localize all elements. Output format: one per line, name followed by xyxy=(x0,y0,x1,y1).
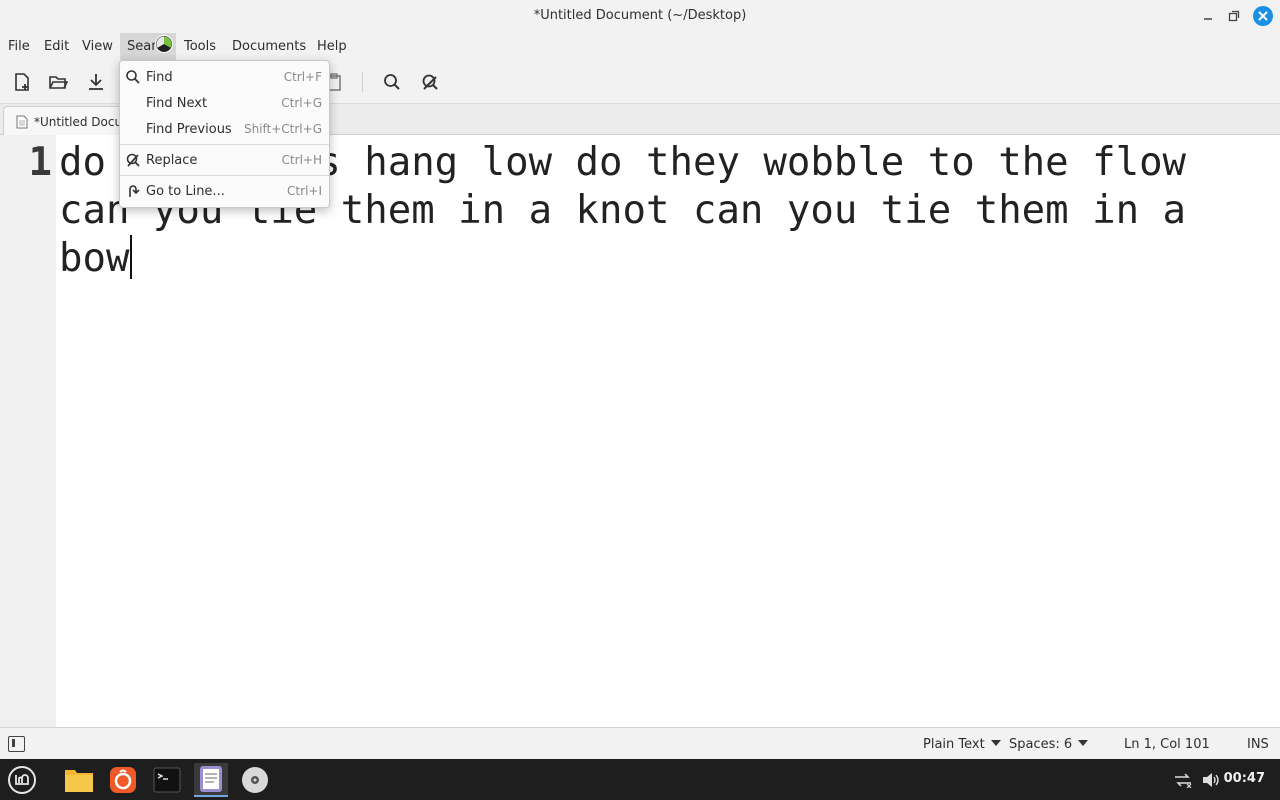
menu-item-find-previous[interactable]: Find Previous Shift+Ctrl+G xyxy=(120,117,329,143)
menu-item-find-next[interactable]: Find Next Ctrl+G xyxy=(120,91,329,117)
minimize-icon xyxy=(1204,18,1212,20)
firefox-launcher[interactable] xyxy=(106,763,140,797)
language-label: Plain Text xyxy=(923,737,985,752)
cursor-position: Ln 1, Col 101 xyxy=(1124,737,1210,752)
menu-bar: File Edit View Sear Tools Documents Help xyxy=(0,33,1280,60)
save-button[interactable] xyxy=(84,70,108,94)
menu-edit[interactable]: Edit xyxy=(44,33,69,60)
line-number-gutter: 1 xyxy=(0,135,56,727)
chevron-down-icon xyxy=(990,740,1001,746)
close-icon xyxy=(1258,11,1268,21)
insert-mode: INS xyxy=(1247,737,1269,752)
toolbar-separator xyxy=(362,72,363,92)
terminal-launcher[interactable] xyxy=(150,763,184,797)
menu-documents[interactable]: Documents xyxy=(232,33,306,60)
menu-separator xyxy=(120,144,329,145)
text-editor-icon xyxy=(200,766,222,792)
terminal-icon xyxy=(153,767,181,793)
go-to-line-shortcut: Ctrl+I xyxy=(287,184,322,198)
search-icon xyxy=(384,74,400,90)
find-previous-shortcut: Shift+Ctrl+G xyxy=(243,122,322,136)
find-button[interactable] xyxy=(380,70,404,94)
document-icon xyxy=(16,115,28,129)
firefox-icon xyxy=(110,767,136,793)
menu-file[interactable]: File xyxy=(8,33,30,60)
text-editor[interactable]: 1 do your ears hang low do they wobble t… xyxy=(0,135,1280,727)
search-icon xyxy=(126,70,140,84)
text-editor-launcher[interactable] xyxy=(194,763,228,797)
side-panel-toggle-icon[interactable] xyxy=(8,736,25,752)
new-document-icon xyxy=(15,73,29,91)
minimize-button[interactable] xyxy=(1199,7,1217,25)
menu-tools[interactable]: Tools xyxy=(184,33,216,60)
open-folder-icon xyxy=(49,76,68,89)
language-selector[interactable]: Plain Text xyxy=(923,737,1001,752)
disc-launcher[interactable] xyxy=(238,763,272,797)
text-cursor xyxy=(130,235,133,279)
find-next-label: Find Next xyxy=(146,96,208,111)
start-menu-button[interactable] xyxy=(5,763,39,797)
replace-button[interactable] xyxy=(418,70,442,94)
maximize-button[interactable] xyxy=(1225,7,1243,25)
save-download-icon xyxy=(89,74,103,90)
find-next-shortcut: Ctrl+G xyxy=(281,96,322,110)
taskbar: 00:47 xyxy=(0,759,1280,800)
files-launcher[interactable] xyxy=(62,763,96,797)
search-menu-dropdown: Find Ctrl+F Find Next Ctrl+G Find Previo… xyxy=(119,60,330,208)
tab-label: *Untitled Docu xyxy=(34,115,123,129)
status-bar: Plain Text Spaces: 6 Ln 1, Col 101 INS xyxy=(0,727,1280,759)
menu-view[interactable]: View xyxy=(82,33,113,60)
menu-separator xyxy=(120,175,329,176)
restore-icon xyxy=(1228,10,1240,22)
chevron-down-icon xyxy=(1078,740,1089,746)
files-icon xyxy=(65,770,93,792)
open-button[interactable] xyxy=(46,70,70,94)
network-icon[interactable] xyxy=(1173,772,1193,788)
mint-menu-icon xyxy=(8,766,36,794)
menu-item-go-to-line[interactable]: Go to Line... Ctrl+I xyxy=(120,179,329,205)
title-bar: *Untitled Document (~/Desktop) xyxy=(0,0,1280,33)
window-title: *Untitled Document (~/Desktop) xyxy=(533,8,747,23)
volume-icon[interactable] xyxy=(1201,771,1221,789)
go-to-line-icon xyxy=(129,185,140,197)
menu-item-replace[interactable]: Replace Ctrl+H xyxy=(120,148,329,174)
replace-icon xyxy=(126,153,140,167)
busy-cursor-icon xyxy=(155,35,173,53)
menu-help[interactable]: Help xyxy=(317,33,347,60)
close-button[interactable] xyxy=(1253,6,1273,26)
go-to-line-label: Go to Line... xyxy=(146,184,225,199)
replace-shortcut: Ctrl+H xyxy=(281,153,322,167)
spaces-label: Spaces: 6 xyxy=(1009,737,1073,752)
replace-icon xyxy=(422,74,438,90)
new-document-button[interactable] xyxy=(10,70,34,94)
tab-width-selector[interactable]: Spaces: 6 xyxy=(1009,737,1089,752)
find-previous-label: Find Previous xyxy=(146,122,232,137)
clock[interactable]: 00:47 xyxy=(1224,771,1265,786)
app-window: *Untitled Document (~/Desktop) File Edit… xyxy=(0,0,1280,800)
disc-icon xyxy=(242,767,268,793)
replace-label: Replace xyxy=(146,153,198,168)
line-number: 1 xyxy=(28,140,52,185)
find-shortcut: Ctrl+F xyxy=(283,70,322,84)
menu-item-find[interactable]: Find Ctrl+F xyxy=(120,65,329,91)
find-label: Find xyxy=(146,70,173,85)
